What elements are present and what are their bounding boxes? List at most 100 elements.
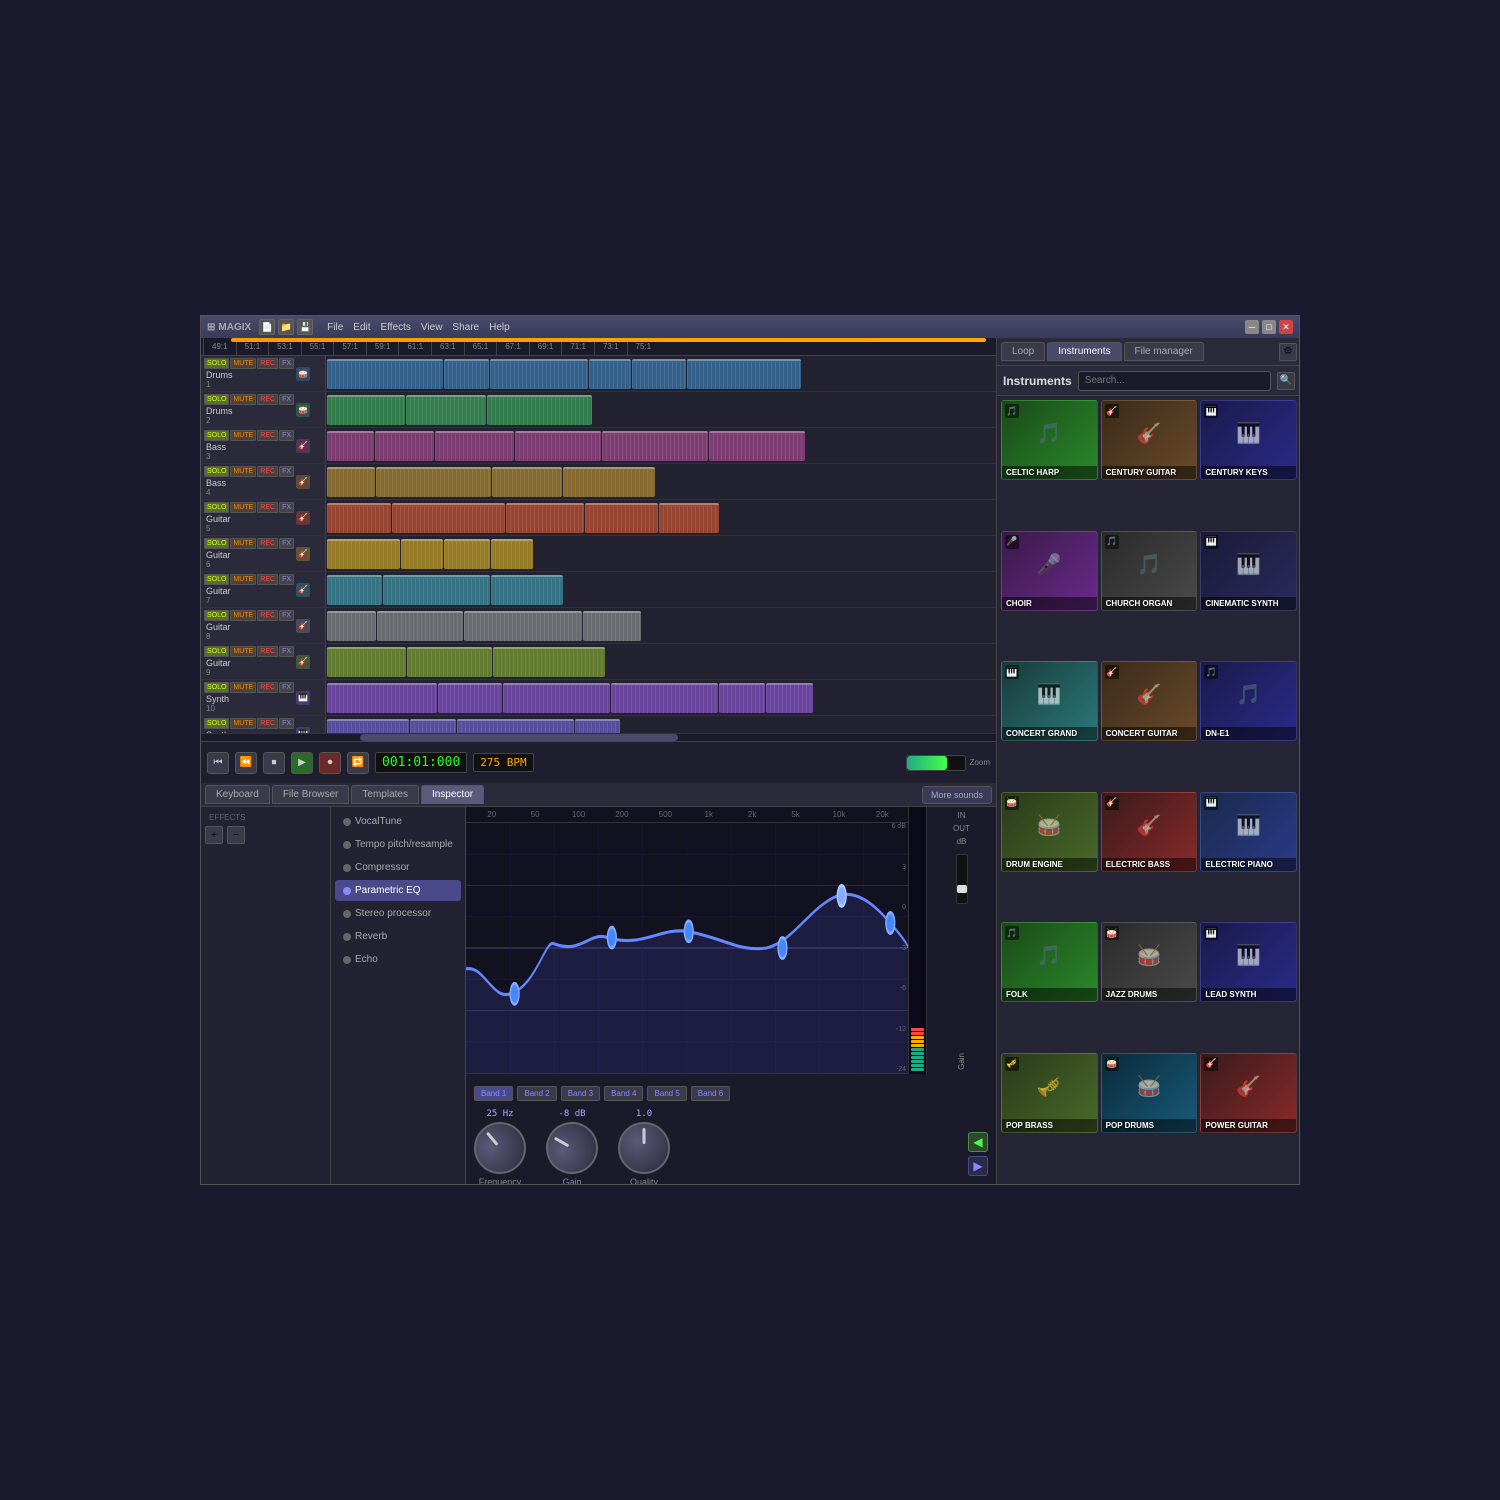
- more-sounds-button[interactable]: More sounds: [922, 786, 992, 804]
- clip[interactable]: [327, 683, 437, 713]
- loop-button[interactable]: 🔁: [347, 752, 369, 774]
- clip[interactable]: [487, 395, 592, 425]
- instrument-card[interactable]: 🎵 CHURCH ORGAN 🎵: [1101, 531, 1198, 611]
- prev-button[interactable]: ⏪: [235, 752, 257, 774]
- track-lane[interactable]: [326, 680, 996, 715]
- compressor-item[interactable]: Compressor: [335, 857, 461, 878]
- clip[interactable]: [491, 539, 533, 569]
- clip[interactable]: [585, 503, 658, 533]
- eq-arrow-left[interactable]: ◀: [968, 1132, 988, 1152]
- tab-keyboard[interactable]: Keyboard: [205, 785, 270, 804]
- mute-button[interactable]: MUTE: [230, 358, 256, 369]
- rec-button[interactable]: REC: [257, 538, 278, 549]
- new-file-icon[interactable]: 📄: [259, 319, 275, 335]
- instrument-card[interactable]: 🎵 DN-E1 🎵: [1200, 661, 1297, 741]
- clip[interactable]: [575, 719, 620, 734]
- instrument-card[interactable]: 🎸 POWER GUITAR 🎸: [1200, 1053, 1297, 1133]
- instrument-card[interactable]: 🎸 CENTURY GUITAR 🎸: [1101, 400, 1198, 480]
- timeline-ruler[interactable]: 49:1 51:1 53:1 55:1 57:1 59:1 61:1 63:1 …: [201, 338, 996, 356]
- mute-button[interactable]: MUTE: [230, 646, 256, 657]
- solo-button[interactable]: SOLO: [204, 718, 229, 729]
- eq-graph[interactable]: 6 dB 3 0 -3 -6 -12 -24: [466, 823, 908, 1074]
- band-2-button[interactable]: Band 2: [517, 1086, 556, 1101]
- tempo-item[interactable]: Tempo pitch/resample: [335, 834, 461, 855]
- master-gain-slider[interactable]: [956, 854, 968, 904]
- clip[interactable]: [444, 539, 490, 569]
- clip[interactable]: [632, 359, 686, 389]
- rec-button[interactable]: REC: [257, 358, 278, 369]
- track-lane[interactable]: [326, 536, 996, 571]
- track-lane[interactable]: [326, 608, 996, 643]
- menu-edit[interactable]: Edit: [353, 322, 370, 333]
- clip[interactable]: [659, 503, 719, 533]
- clip[interactable]: [709, 431, 805, 461]
- clip[interactable]: [719, 683, 765, 713]
- clip[interactable]: [392, 503, 505, 533]
- clip[interactable]: [327, 395, 405, 425]
- rec-button[interactable]: REC: [257, 682, 278, 693]
- quality-knob[interactable]: [618, 1122, 670, 1174]
- stop-button[interactable]: ⏹: [263, 752, 285, 774]
- fx-button[interactable]: FX: [279, 718, 294, 729]
- fx-button[interactable]: FX: [279, 538, 294, 549]
- clip[interactable]: [406, 395, 486, 425]
- clip[interactable]: [444, 359, 489, 389]
- open-file-icon[interactable]: 📁: [278, 319, 294, 335]
- solo-button[interactable]: SOLO: [204, 610, 229, 621]
- instrument-card[interactable]: 🎸 CONCERT GUITAR 🎸: [1101, 661, 1198, 741]
- track-lane[interactable]: [326, 356, 996, 391]
- tab-filebrowser[interactable]: File Browser: [272, 785, 350, 804]
- eq-arrow-right[interactable]: ▶: [968, 1156, 988, 1176]
- fx-button[interactable]: FX: [279, 610, 294, 621]
- reverb-item[interactable]: Reverb: [335, 926, 461, 947]
- rec-button[interactable]: REC: [257, 718, 278, 729]
- solo-button[interactable]: SOLO: [204, 646, 229, 657]
- instrument-card[interactable]: 🥁 JAZZ DRUMS 🥁: [1101, 922, 1198, 1002]
- track-lane[interactable]: [326, 428, 996, 463]
- clip[interactable]: [327, 359, 443, 389]
- menu-help[interactable]: Help: [489, 322, 510, 333]
- mute-button[interactable]: MUTE: [230, 466, 256, 477]
- band-4-button[interactable]: Band 4: [604, 1086, 643, 1101]
- record-button[interactable]: ⏺: [319, 752, 341, 774]
- rec-button[interactable]: REC: [257, 430, 278, 441]
- rec-button[interactable]: REC: [257, 502, 278, 513]
- clip[interactable]: [407, 647, 492, 677]
- solo-button[interactable]: SOLO: [204, 394, 229, 405]
- band-3-button[interactable]: Band 3: [561, 1086, 600, 1101]
- clip[interactable]: [410, 719, 456, 734]
- search-icon[interactable]: 🔍: [1277, 372, 1295, 390]
- clip[interactable]: [327, 719, 409, 734]
- file-manager-tab[interactable]: File manager: [1124, 342, 1204, 361]
- fx-button[interactable]: FX: [279, 466, 294, 477]
- track-lane[interactable]: [326, 392, 996, 427]
- settings-icon[interactable]: ⚙: [1279, 343, 1297, 361]
- fx-button[interactable]: FX: [279, 394, 294, 405]
- mute-button[interactable]: MUTE: [230, 718, 256, 729]
- fx-button[interactable]: FX: [279, 574, 294, 585]
- clip[interactable]: [503, 683, 610, 713]
- tab-templates[interactable]: Templates: [351, 785, 419, 804]
- track-lane[interactable]: [326, 464, 996, 499]
- mute-button[interactable]: MUTE: [230, 538, 256, 549]
- clip[interactable]: [438, 683, 502, 713]
- vocaltune-item[interactable]: VocalTune: [335, 811, 461, 832]
- clip[interactable]: [375, 431, 434, 461]
- clip[interactable]: [583, 611, 641, 641]
- gain-knob[interactable]: [536, 1112, 607, 1183]
- clip[interactable]: [401, 539, 443, 569]
- instrument-card[interactable]: 🎤 CHOIR 🎤: [1001, 531, 1098, 611]
- track-lane[interactable]: [326, 572, 996, 607]
- add-effect-button[interactable]: +: [205, 826, 223, 844]
- rec-button[interactable]: REC: [257, 646, 278, 657]
- rec-button[interactable]: REC: [257, 610, 278, 621]
- clip[interactable]: [490, 359, 588, 389]
- clip[interactable]: [506, 503, 584, 533]
- clip[interactable]: [491, 575, 563, 605]
- mute-button[interactable]: MUTE: [230, 574, 256, 585]
- instrument-card[interactable]: 🎹 CONCERT GRAND 🎹: [1001, 661, 1098, 741]
- clip[interactable]: [493, 647, 605, 677]
- clip[interactable]: [492, 467, 562, 497]
- instrument-card[interactable]: 🎹 ELECTRIC PIANO 🎹: [1200, 792, 1297, 872]
- fx-button[interactable]: FX: [279, 502, 294, 513]
